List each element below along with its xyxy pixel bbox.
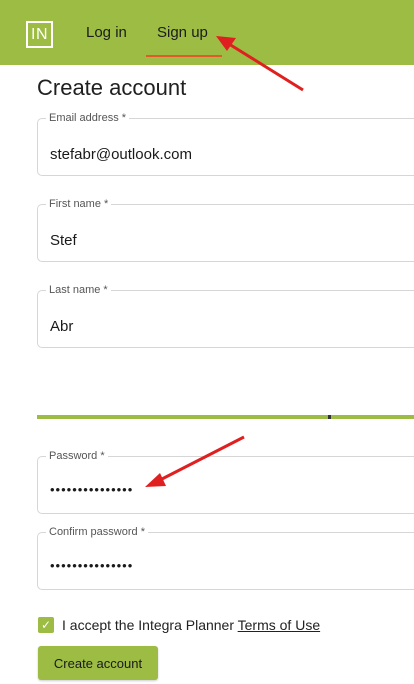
- confirm-password-field-label: Confirm password *: [46, 526, 148, 538]
- page-title: Create account: [37, 75, 187, 100]
- email-input[interactable]: [50, 146, 390, 163]
- checkmark-icon: ✓: [40, 618, 52, 632]
- password-input[interactable]: •••••••••••••••: [50, 482, 390, 497]
- nav-login-link[interactable]: Log in: [86, 24, 127, 41]
- terms-label: I accept the Integra Planner Terms of Us…: [62, 617, 320, 633]
- create-account-button[interactable]: Create account: [38, 646, 158, 680]
- password-field-label: Password *: [46, 450, 108, 462]
- last-name-field[interactable]: Last name *: [37, 284, 414, 348]
- app-logo[interactable]: IN: [26, 21, 53, 48]
- terms-label-prefix: I accept the Integra Planner: [62, 617, 238, 633]
- last-name-field-label: Last name *: [46, 284, 111, 296]
- email-field[interactable]: Email address *: [37, 112, 414, 176]
- terms-checkbox[interactable]: ✓: [38, 617, 54, 633]
- password-strength-bar: [37, 415, 414, 419]
- last-name-input[interactable]: [50, 318, 390, 335]
- first-name-field[interactable]: First name *: [37, 198, 414, 262]
- top-navigation-bar: IN Log in Sign up: [0, 0, 414, 65]
- first-name-input[interactable]: [50, 232, 390, 249]
- active-tab-indicator: [146, 55, 222, 57]
- password-strength-marker: [328, 415, 331, 419]
- confirm-password-field[interactable]: Confirm password * •••••••••••••••: [37, 526, 414, 590]
- confirm-password-input[interactable]: •••••••••••••••: [50, 558, 390, 573]
- terms-of-use-link[interactable]: Terms of Use: [238, 617, 320, 633]
- nav-signup-link[interactable]: Sign up: [157, 24, 208, 41]
- first-name-field-label: First name *: [46, 198, 112, 210]
- email-field-label: Email address *: [46, 112, 130, 124]
- password-field[interactable]: Password * •••••••••••••••: [37, 450, 414, 514]
